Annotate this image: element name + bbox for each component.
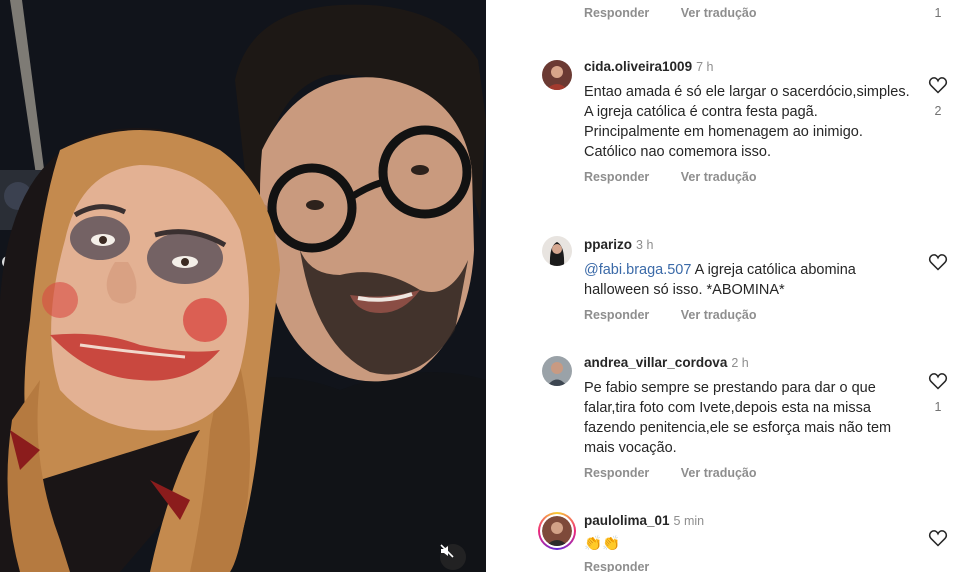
user-avatar[interactable]: [542, 356, 572, 386]
reply-button[interactable]: Responder: [584, 560, 649, 572]
heart-icon[interactable]: [928, 252, 948, 272]
post-photo: [0, 0, 486, 572]
translate-button[interactable]: Ver tradução: [681, 308, 757, 322]
heart-icon[interactable]: [928, 75, 948, 95]
comment-username[interactable]: andrea_villar_cordova: [584, 355, 727, 370]
translate-button[interactable]: Ver tradução: [681, 170, 757, 184]
comment-text: Pe fabio sempre se prestando para dar o …: [584, 380, 892, 456]
reply-button[interactable]: Responder: [584, 308, 649, 322]
translate-button[interactable]: Ver tradução: [681, 6, 757, 20]
reply-button[interactable]: Responder: [584, 6, 649, 20]
like-count: 2: [934, 104, 942, 118]
comment-time: 7 h: [696, 60, 714, 74]
comment-username[interactable]: pparizo: [584, 237, 632, 252]
comment-time: 5 min: [673, 514, 705, 528]
photo-illustration: [0, 0, 486, 572]
heart-icon[interactable]: [928, 371, 948, 391]
comment-time: 2 h: [731, 356, 749, 370]
comment-text: 👏👏: [584, 536, 621, 552]
reply-button[interactable]: Responder: [584, 170, 649, 184]
user-avatar[interactable]: [542, 60, 572, 90]
comments-panel: Responder Ver tradução 1 cida.oliveira10…: [486, 0, 966, 572]
comment-username[interactable]: cida.oliveira1009: [584, 59, 692, 74]
like-count: 1: [934, 400, 942, 414]
translate-button[interactable]: Ver tradução: [681, 466, 757, 480]
heart-icon[interactable]: [928, 528, 948, 548]
comment-username[interactable]: paulolima_01: [584, 513, 670, 528]
user-avatar[interactable]: [542, 236, 572, 266]
like-count: 1: [934, 6, 942, 20]
muted-speaker-icon: [440, 544, 454, 558]
user-mention-link[interactable]: @fabi.braga.507: [584, 262, 691, 278]
reply-button[interactable]: Responder: [584, 466, 649, 480]
user-avatar-story-ring[interactable]: [538, 512, 576, 550]
comment-text: @fabi.braga.507 A igreja católica abomin…: [584, 260, 914, 300]
comment-text: Entao amada é só ele largar o sacerdócio…: [584, 84, 910, 160]
comment-time: 3 h: [636, 238, 654, 252]
mute-toggle-button[interactable]: [440, 544, 466, 570]
